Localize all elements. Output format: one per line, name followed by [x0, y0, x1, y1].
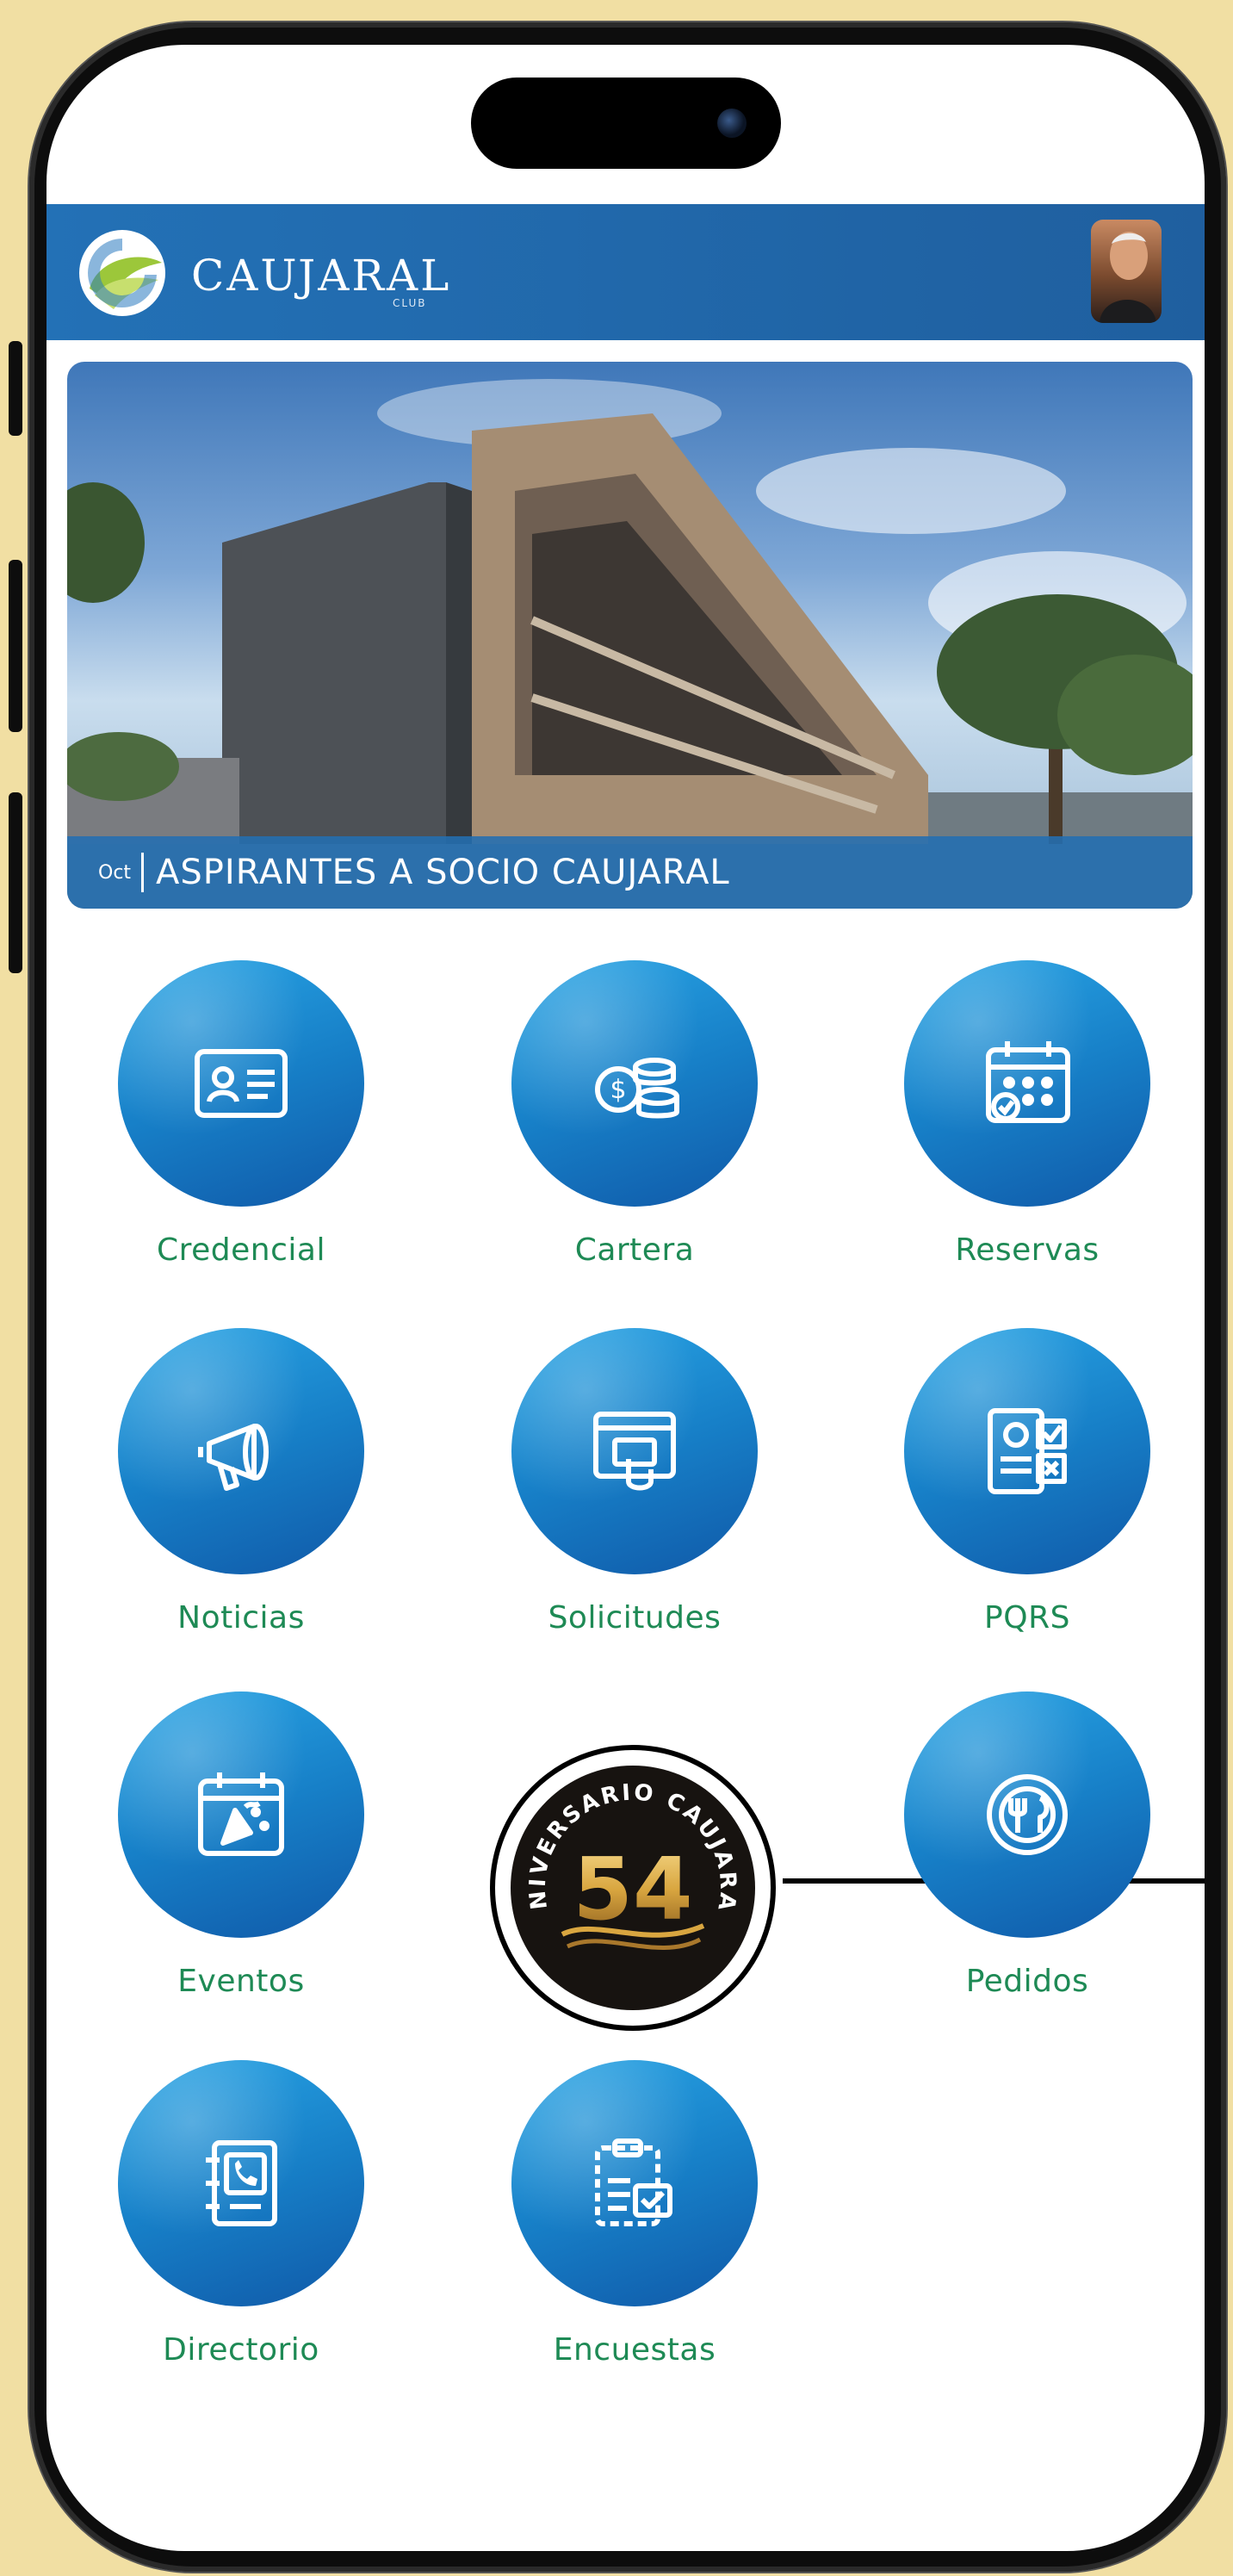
coins-dollar-icon: $	[595, 1058, 679, 1119]
survey-clipboard-icon	[595, 2138, 672, 2226]
anniversary-emblem: ANIVERSARIO CAUJARAL 54	[500, 1746, 755, 2010]
menu-pedidos[interactable]: Pedidos	[898, 1691, 1156, 1999]
brand-subtitle: CLUB	[393, 297, 427, 309]
volume-up-button	[9, 560, 22, 732]
caption-divider	[141, 853, 145, 892]
menu-circle[interactable]	[511, 2060, 758, 2306]
menu-label: Credencial	[157, 1232, 325, 1268]
phone-screen: CAUJARAL CLUB Oct ASPIRANTES A SOCIO CAU…	[46, 45, 1205, 2551]
menu-reservas[interactable]: Reservas	[898, 960, 1156, 1268]
menu-circle[interactable]	[511, 1328, 758, 1574]
menu-label: Solicitudes	[548, 1600, 722, 1636]
party-calendar-icon	[198, 1772, 284, 1856]
checklist-document-icon	[988, 1408, 1067, 1494]
menu-eventos[interactable]: Eventos	[112, 1691, 370, 1999]
anniversary-54-logo: ANIVERSARIO CAUJARAL 54	[500, 1746, 738, 1950]
menu-circle[interactable]	[904, 1328, 1150, 1574]
menu-noticias[interactable]: Noticias	[112, 1328, 370, 1636]
banner-caption: Oct ASPIRANTES A SOCIO CAUJARAL	[67, 836, 1193, 909]
calendar-icon	[986, 1041, 1070, 1123]
request-form-icon	[593, 1412, 676, 1491]
volume-down-button	[9, 792, 22, 973]
menu-label: Directorio	[163, 2332, 319, 2368]
banner-month: Oct	[98, 861, 132, 884]
menu-solicitudes[interactable]: Solicitudes	[505, 1328, 764, 1636]
menu-circle[interactable]	[904, 960, 1150, 1207]
avatar-photo-icon	[1100, 232, 1156, 323]
menu-label: Encuestas	[553, 2332, 716, 2368]
anniversary-number: 54	[573, 1839, 692, 1940]
menu-cartera[interactable]: $ Cartera	[505, 960, 764, 1268]
menu-label: Pedidos	[965, 1964, 1089, 1999]
menu-pqrs[interactable]: PQRS	[898, 1328, 1156, 1636]
menu-circle[interactable]: $	[511, 960, 758, 1207]
id-card-icon	[195, 1049, 288, 1118]
action-button	[9, 341, 22, 436]
menu-circle[interactable]	[904, 1691, 1150, 1938]
menu-circle[interactable]	[118, 1328, 364, 1574]
banner-building-image	[67, 379, 1193, 909]
plate-cutlery-icon	[987, 1774, 1068, 1855]
menu-credencial[interactable]: Credencial	[112, 960, 370, 1268]
brand-name: CAUJARAL	[191, 251, 452, 301]
menu-label: Cartera	[574, 1232, 695, 1268]
menu-circle[interactable]	[118, 1691, 364, 1938]
menu-directorio[interactable]: Directorio	[112, 2060, 370, 2368]
user-avatar[interactable]	[1091, 220, 1162, 323]
menu-label: Noticias	[177, 1600, 305, 1636]
phone-book-icon	[206, 2140, 277, 2226]
svg-text:$: $	[610, 1075, 626, 1105]
caujaral-logo-icon[interactable]	[72, 223, 172, 321]
menu-label: PQRS	[984, 1600, 1070, 1636]
anniversary-badge[interactable]: ANIVERSARIO CAUJARAL 54	[490, 1745, 776, 2031]
menu-circle[interactable]	[118, 960, 364, 1207]
menu-label: Reservas	[955, 1232, 1100, 1268]
menu-label: Eventos	[177, 1964, 305, 1999]
menu-encuestas[interactable]: Encuestas	[505, 2060, 764, 2368]
camera-icon	[717, 109, 747, 138]
megaphone-icon	[198, 1424, 269, 1491]
app-header: CAUJARAL CLUB	[46, 204, 1205, 340]
banner-title: ASPIRANTES A SOCIO CAUJARAL	[156, 853, 730, 892]
dynamic-island	[471, 78, 781, 169]
news-banner[interactable]: Oct ASPIRANTES A SOCIO CAUJARAL	[67, 362, 1193, 909]
menu-circle[interactable]	[118, 2060, 364, 2306]
